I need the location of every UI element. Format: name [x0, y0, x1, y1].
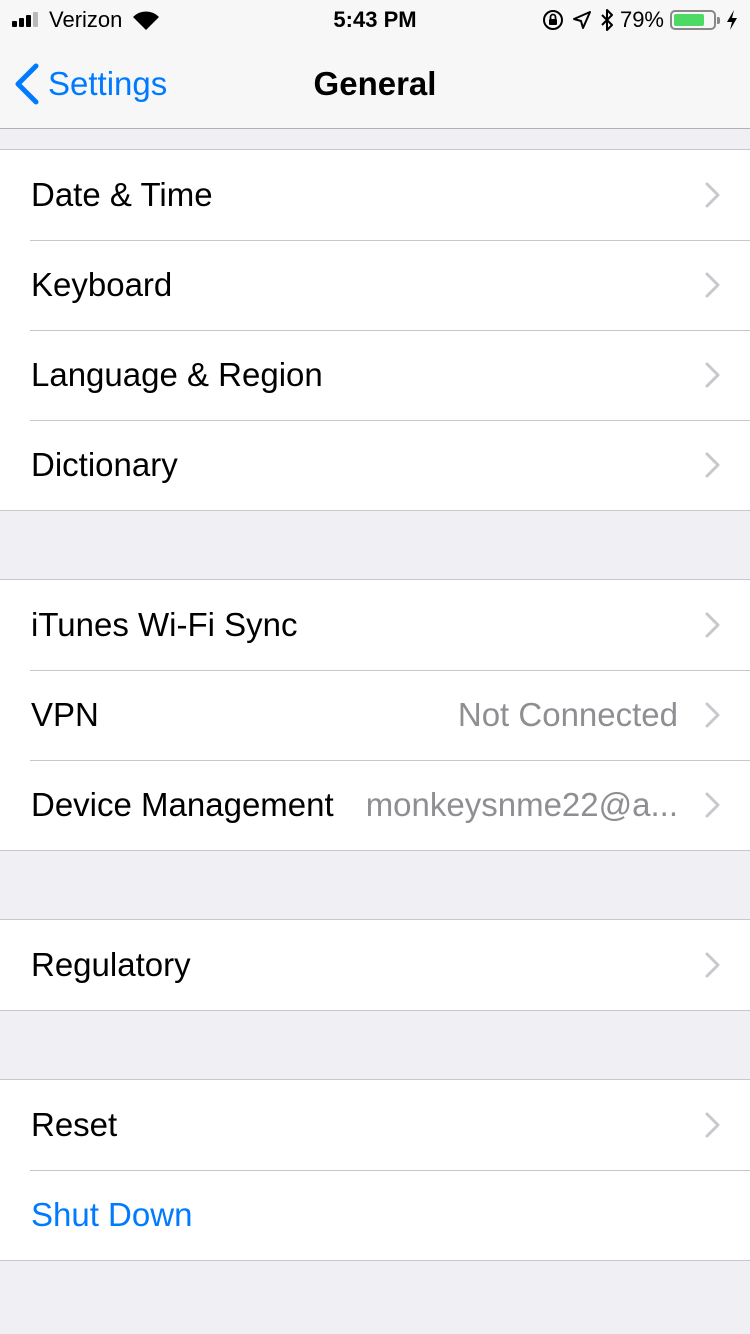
chevron-right-icon	[705, 362, 720, 388]
chevron-right-icon	[705, 452, 720, 478]
row-dictionary[interactable]: Dictionary	[0, 420, 750, 510]
row-label: VPN	[31, 696, 99, 733]
row-label: Date & Time	[31, 176, 213, 213]
row-regulatory[interactable]: Regulatory	[0, 920, 750, 1010]
chevron-right-icon	[705, 182, 720, 208]
settings-group-4: Reset Shut Down	[0, 1079, 750, 1261]
row-label: Regulatory	[31, 946, 191, 983]
battery-nub	[717, 17, 720, 24]
chevron-right-icon	[705, 702, 720, 728]
chevron-right-icon	[705, 1112, 720, 1138]
row-date-time[interactable]: Date & Time	[0, 150, 750, 240]
orientation-lock-icon	[542, 10, 563, 30]
shut-down-button[interactable]: Shut Down	[0, 1170, 750, 1260]
row-itunes-wifi-sync[interactable]: iTunes Wi-Fi Sync	[0, 580, 750, 670]
chevron-right-icon	[705, 612, 720, 638]
bluetooth-icon	[601, 9, 613, 31]
battery-level	[674, 14, 704, 26]
row-vpn[interactable]: VPN Not Connected	[0, 670, 750, 760]
chevron-right-icon	[705, 952, 720, 978]
chevron-right-icon	[705, 272, 720, 298]
back-button[interactable]: Settings	[14, 40, 167, 128]
row-label: Language & Region	[31, 356, 323, 393]
chevron-left-icon	[15, 63, 39, 105]
settings-group-1: Date & Time Keyboard Language & Region D…	[0, 149, 750, 511]
battery-percent: 79%	[619, 7, 664, 32]
vpn-status-value: Not Connected	[457, 696, 678, 733]
row-label: Device Management	[31, 786, 334, 823]
row-label: Dictionary	[31, 446, 178, 483]
battery-icon	[670, 10, 720, 30]
row-device-management[interactable]: Device Management monkeysnme22@a...	[0, 760, 750, 850]
device-management-value: monkeysnme22@a...	[365, 786, 678, 823]
settings-group-2: iTunes Wi-Fi Sync VPN Not Connected Devi…	[0, 579, 750, 851]
charging-icon	[727, 10, 737, 30]
row-label: Keyboard	[31, 266, 173, 303]
navigation-bar: General Settings	[0, 40, 750, 129]
chevron-right-icon	[705, 792, 720, 818]
settings-group-3: Regulatory	[0, 919, 750, 1011]
row-label: iTunes Wi-Fi Sync	[31, 606, 298, 643]
back-button-label: Settings	[48, 65, 168, 102]
status-bar: Verizon 5:43 PM 79%	[0, 0, 750, 40]
row-keyboard[interactable]: Keyboard	[0, 240, 750, 330]
status-bar-right: 79%	[534, 6, 738, 34]
row-language-region[interactable]: Language & Region	[0, 330, 750, 420]
row-label: Reset	[31, 1106, 118, 1143]
shut-down-label: Shut Down	[31, 1196, 193, 1233]
location-icon	[572, 11, 591, 29]
row-reset[interactable]: Reset	[0, 1080, 750, 1170]
